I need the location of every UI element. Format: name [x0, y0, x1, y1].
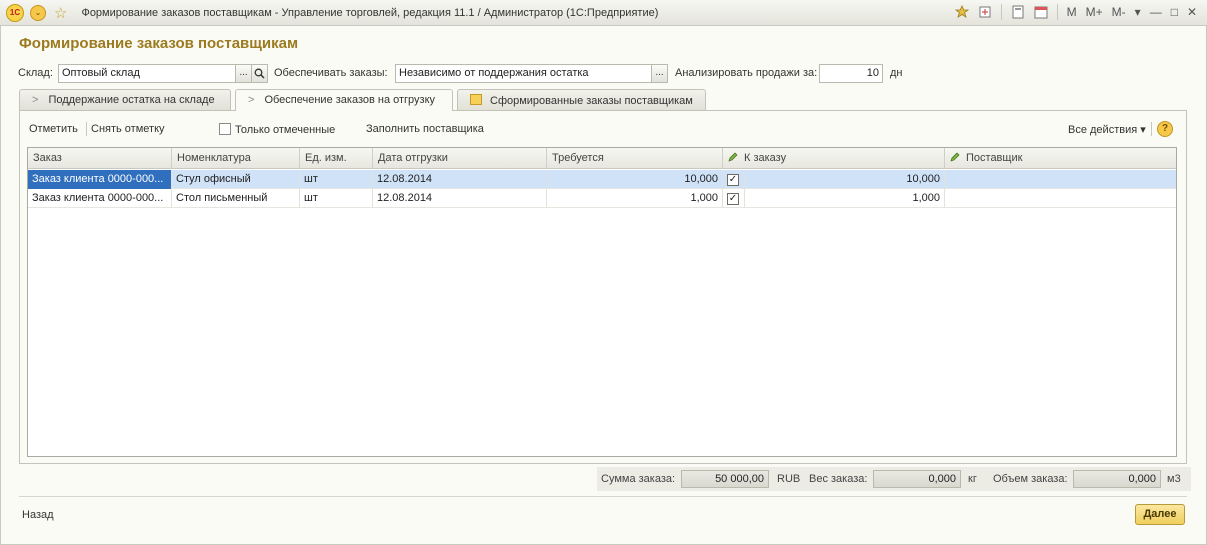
column-unit[interactable]: Ед. изм.	[300, 148, 373, 169]
app-logo-icon[interactable]: 1С	[6, 3, 24, 22]
all-actions-label: Все действия	[1068, 124, 1138, 136]
sum-value: 50 000,00	[681, 470, 769, 488]
volume-value: 0,000	[1073, 470, 1161, 488]
weight-label: Вес заказа:	[809, 473, 868, 485]
cell-checkbox[interactable]: ✓	[723, 189, 745, 208]
checkbox-document-icon	[470, 94, 482, 105]
column-item[interactable]: Номенклатура	[172, 148, 300, 169]
cell-unit[interactable]: шт	[300, 189, 373, 208]
volume-label: Объем заказа:	[993, 473, 1068, 485]
separator	[1151, 122, 1152, 136]
warehouse-select-button[interactable]: ...	[235, 64, 252, 83]
weight-unit: кг	[968, 473, 977, 485]
column-to-order-label: К заказу	[744, 152, 787, 164]
checkmark-icon[interactable]: ✓	[727, 193, 739, 205]
memory-button[interactable]: M	[1067, 5, 1077, 19]
only-marked-checkbox[interactable]: Только отмеченные	[219, 123, 335, 136]
main-menu-icon[interactable]: ⌄	[30, 4, 46, 21]
divider	[19, 496, 1187, 497]
cell-unit[interactable]: шт	[300, 170, 373, 189]
cell-item[interactable]: Стул офисный	[172, 170, 300, 189]
separator	[86, 122, 87, 136]
table-row[interactable]: Заказ клиента 0000-000... Стул офисный ш…	[28, 170, 1176, 189]
cell-required[interactable]: 1,000	[547, 189, 723, 208]
orders-table[interactable]: Заказ Номенклатура Ед. изм. Дата отгрузк…	[27, 147, 1177, 457]
analyze-days-input[interactable]: 10	[819, 64, 883, 83]
pencil-icon	[950, 152, 960, 162]
cell-to-order[interactable]: 1,000	[745, 189, 945, 208]
table-header: Заказ Номенклатура Ед. изм. Дата отгрузк…	[28, 148, 1176, 169]
column-required[interactable]: Требуется	[547, 148, 723, 169]
minimize-button[interactable]: —	[1150, 5, 1162, 19]
calculator-icon[interactable]	[1011, 5, 1025, 19]
search-icon	[254, 68, 265, 79]
sum-label: Сумма заказа:	[601, 473, 676, 485]
unmark-button[interactable]: Снять отметку	[91, 123, 165, 135]
warehouse-input[interactable]: Оптовый склад	[58, 64, 236, 83]
title-bar-controls: M M+ M- ▾ — □ ✕	[954, 4, 1197, 20]
only-marked-label: Только отмеченные	[235, 124, 336, 136]
column-supplier-label: Поставщик	[966, 152, 1023, 164]
fill-supplier-button[interactable]: Заполнить поставщика	[366, 123, 484, 135]
checkbox-icon[interactable]	[219, 123, 231, 135]
calendar-icon[interactable]	[1034, 5, 1048, 19]
title-bar: 1С ⌄ ☆ Формирование заказов поставщикам …	[0, 0, 1207, 26]
supply-label: Обеспечивать заказы:	[274, 67, 388, 79]
tab-formed-orders[interactable]: Сформированные заказы поставщикам	[457, 89, 706, 110]
all-actions-menu[interactable]: Все действия ▾	[1068, 123, 1146, 136]
warehouse-search-button[interactable]	[251, 64, 268, 83]
tab-maintain-stock[interactable]: > Поддержание остатка на складе	[19, 89, 231, 110]
separator	[1056, 4, 1058, 20]
column-ship-date[interactable]: Дата отгрузки	[373, 148, 547, 169]
cell-order[interactable]: Заказ клиента 0000-000...	[28, 189, 172, 208]
volume-unit: м3	[1167, 473, 1181, 485]
cell-required[interactable]: 10,000	[547, 170, 723, 189]
memory-plus-button[interactable]: M+	[1086, 5, 1103, 19]
checkmark-icon[interactable]: ✓	[727, 174, 739, 186]
analyze-unit-label: дн	[890, 67, 903, 79]
currency-label: RUB	[777, 473, 801, 485]
cell-to-order[interactable]: 10,000	[745, 170, 945, 189]
page-title: Формирование заказов поставщикам	[19, 35, 299, 52]
help-icon[interactable]: ?	[1157, 121, 1173, 137]
close-button[interactable]: ✕	[1187, 5, 1197, 19]
window-title: Формирование заказов поставщикам - Управ…	[81, 6, 659, 19]
chevron-right-icon: >	[32, 94, 39, 106]
column-to-order[interactable]: К заказу	[723, 148, 945, 169]
supply-select[interactable]: Независимо от поддержания остатка	[395, 64, 652, 83]
pencil-icon	[728, 152, 738, 162]
cell-ship-date[interactable]: 12.08.2014	[373, 189, 547, 208]
favorite-star-icon[interactable]: ☆	[54, 4, 67, 22]
supply-select-button[interactable]: ...	[651, 64, 668, 83]
cell-supplier[interactable]	[945, 170, 1176, 189]
next-button[interactable]: Далее	[1135, 504, 1185, 525]
column-supplier[interactable]: Поставщик	[945, 148, 1176, 169]
analyze-label: Анализировать продажи за:	[675, 67, 818, 79]
chevron-right-icon: >	[248, 94, 255, 106]
back-button[interactable]: Назад	[22, 509, 54, 521]
column-order[interactable]: Заказ	[28, 148, 172, 169]
cell-ship-date[interactable]: 12.08.2014	[373, 170, 547, 189]
cell-order[interactable]: Заказ клиента 0000-000...	[28, 170, 172, 189]
table-row[interactable]: Заказ клиента 0000-000... Стол письменны…	[28, 189, 1176, 208]
tab-order-supply[interactable]: > Обеспечение заказов на отгрузку	[235, 89, 453, 111]
cell-supplier[interactable]	[945, 189, 1176, 208]
weight-value: 0,000	[873, 470, 961, 488]
dropdown-caret-icon[interactable]: ▾	[1135, 5, 1141, 19]
navigate-star-icon[interactable]	[954, 5, 969, 19]
separator	[1000, 4, 1002, 20]
mark-button[interactable]: Отметить	[29, 123, 78, 135]
maximize-button[interactable]: □	[1171, 5, 1178, 19]
cell-checkbox[interactable]: ✓	[723, 170, 745, 189]
warehouse-label: Склад:	[18, 67, 53, 79]
tab-label: Сформированные заказы поставщикам	[490, 95, 693, 107]
cell-item[interactable]: Стол письменный	[172, 189, 300, 208]
tab-label: Обеспечение заказов на отгрузку	[264, 94, 436, 106]
tab-label: Поддержание остатка на складе	[48, 94, 215, 106]
memory-minus-button[interactable]: M-	[1112, 5, 1126, 19]
home-icon[interactable]	[978, 5, 992, 19]
form-window: Формирование заказов поставщикам Склад: …	[0, 26, 1207, 545]
